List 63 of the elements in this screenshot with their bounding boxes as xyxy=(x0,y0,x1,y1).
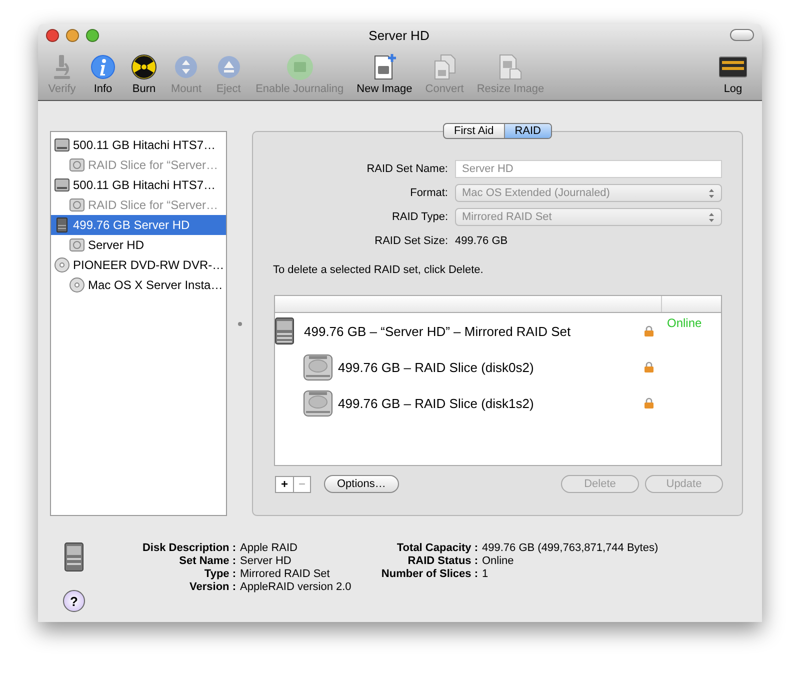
toolbar-button[interactable]: Log xyxy=(715,53,751,98)
info-label: Disk Description : xyxy=(141,542,236,554)
optical-icon xyxy=(69,277,85,293)
raid-table-cell: 499.76 GB – “Server HD” – Mirrored RAID Set xyxy=(304,324,571,338)
field-value: 499.76 GB xyxy=(455,234,509,249)
volume-icon xyxy=(69,157,85,173)
info-label: Type : xyxy=(203,568,236,580)
burn-icon xyxy=(130,53,158,81)
info-value: Mirrored RAID Set xyxy=(240,568,331,580)
info-label: Set Name : xyxy=(178,555,236,567)
toolbar-toggle-button[interactable] xyxy=(730,29,754,41)
help-button[interactable]: ? xyxy=(63,590,85,612)
tab[interactable]: RAID xyxy=(504,124,551,138)
info-label: RAID Status : xyxy=(406,555,478,567)
hard-drive-icon xyxy=(303,388,333,418)
journal-icon xyxy=(286,53,314,81)
field-label: RAID Set Name: xyxy=(366,163,448,175)
info-value: 1 xyxy=(482,568,490,580)
field-label: RAID Set Size: xyxy=(374,235,448,247)
raid-table-row[interactable]: 499.76 GB – RAID Slice (disk0s2) xyxy=(275,349,721,385)
toolbar-button[interactable]: Burn xyxy=(126,53,162,98)
disk-list-item[interactable]: 500.11 GB Hitachi HTS7… xyxy=(51,135,226,155)
field-label: Format: xyxy=(409,187,448,199)
raid-icon xyxy=(64,542,84,572)
stepper-arrows-icon xyxy=(708,188,715,198)
info-value: AppleRAID version 2.0 xyxy=(240,581,352,593)
field-label: RAID Type: xyxy=(390,211,448,223)
info-value: Server HD xyxy=(240,555,292,567)
info-icon xyxy=(89,53,117,81)
raid-table-row[interactable]: 499.76 GB – RAID Slice (disk1s2) xyxy=(275,385,721,421)
raid-icon xyxy=(54,217,70,233)
hard-drive-icon xyxy=(303,352,333,382)
info-label: Version : xyxy=(188,581,236,593)
stepper-arrows-icon xyxy=(708,212,715,222)
info-value: Online xyxy=(482,555,515,567)
raid-table-row[interactable]: 499.76 GB – “Server HD” – Mirrored RAID Set Online xyxy=(275,313,721,349)
raid-table-cell: 499.76 GB – RAID Slice (disk0s2) xyxy=(338,360,534,374)
status-text: Online xyxy=(667,316,702,330)
raid-icon xyxy=(275,316,294,346)
disk-list-item[interactable]: PIONEER DVD-RW DVR-… xyxy=(51,255,226,275)
splitter-handle[interactable] xyxy=(238,322,242,326)
disk-list-item[interactable]: 500.11 GB Hitachi HTS7… xyxy=(51,175,226,195)
options-button[interactable]: Options… xyxy=(324,475,399,493)
disk-list-item[interactable]: Server HD xyxy=(51,235,226,255)
optical-icon xyxy=(54,257,70,273)
info-value: 499.76 GB (499,763,871,744 Bytes) xyxy=(482,542,658,554)
zoom-button[interactable] xyxy=(86,28,99,42)
window-title: Server HD xyxy=(368,28,430,42)
disk-list-item[interactable]: Mac OS X Server Insta… xyxy=(51,275,226,295)
volume-icon xyxy=(69,237,85,253)
volume-icon xyxy=(69,197,85,213)
close-button[interactable] xyxy=(46,28,59,42)
info-label: Total Capacity : xyxy=(396,542,478,554)
add-button[interactable]: + xyxy=(276,476,293,492)
disk-list-item[interactable]: 499.76 GB Server HD xyxy=(51,215,226,235)
info-label: Number of Slices : xyxy=(380,568,478,580)
tab[interactable]: First Aid xyxy=(444,124,504,138)
info-value: Apple RAID xyxy=(240,542,298,554)
minimize-button[interactable] xyxy=(66,28,79,42)
raid-table-cell: 499.76 GB – RAID Slice (disk1s2) xyxy=(338,396,534,410)
hint-text: To delete a selected RAID set, click Delete. xyxy=(273,264,484,276)
toolbar-button[interactable]: New Image xyxy=(352,53,416,98)
toolbar-button[interactable]: Info xyxy=(85,53,121,98)
